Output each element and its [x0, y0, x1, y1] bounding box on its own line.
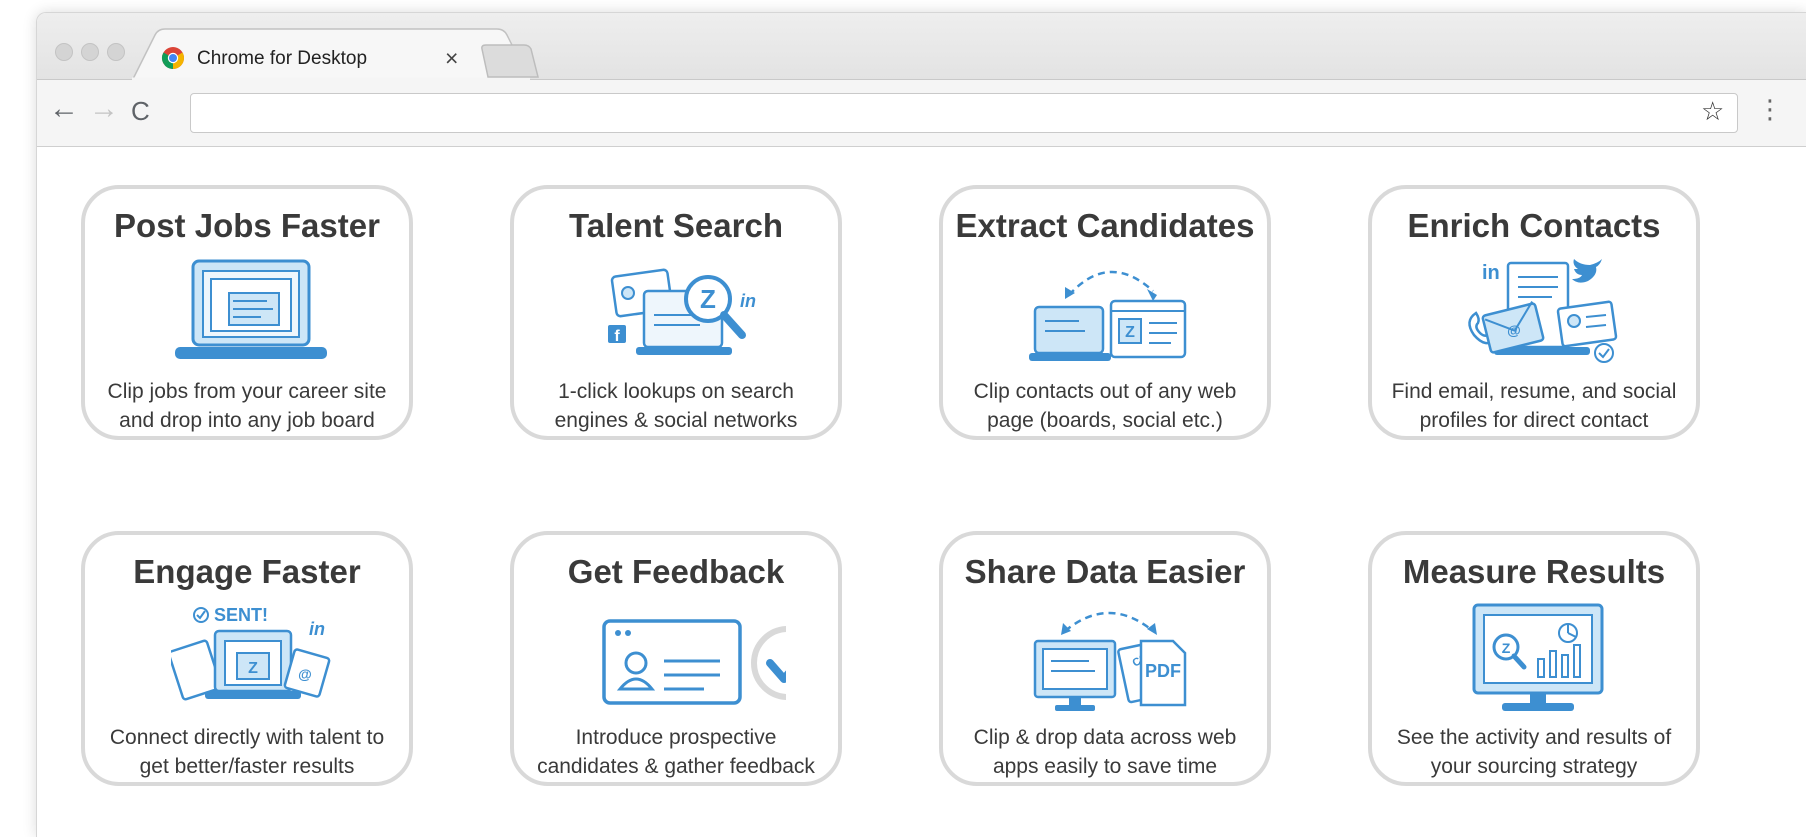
- feature-grid: Post Jobs Faster Clip jobs from your car…: [37, 147, 1806, 837]
- card-get-feedback: Get Feedback Introduce prospective candi…: [510, 531, 842, 786]
- card-description: Connect directly with talent to get bett…: [85, 723, 409, 781]
- card-title: Talent Search: [569, 207, 783, 244]
- reload-icon[interactable]: C: [131, 96, 150, 126]
- new-tab-button[interactable]: [480, 43, 542, 79]
- card-post-jobs-faster: Post Jobs Faster Clip jobs from your car…: [81, 185, 413, 440]
- facebook-icon: f: [614, 328, 620, 345]
- card-description: Clip jobs from your career site and drop…: [85, 377, 409, 435]
- tab-active[interactable]: Chrome for Desktop ×: [155, 35, 485, 79]
- monitor-analytics-chart-illustration: Z: [1472, 603, 1604, 711]
- tab-strip: Chrome for Desktop ×: [37, 13, 1806, 80]
- laptop-job-post-illustration: [175, 259, 327, 359]
- monitor-csv-pdf-illustration: CSV PDF: [1033, 611, 1187, 711]
- card-share-data-easier: Share Data Easier CSV PDF Clip & drop da…: [939, 531, 1271, 786]
- card-desc-line2: apps easily to save time: [992, 755, 1218, 778]
- card-desc-line1: 1-click lookups on search: [558, 380, 794, 403]
- card-description: See the activity and results of your sou…: [1372, 723, 1696, 781]
- linkedin-icon: in: [1482, 262, 1500, 284]
- chrome-logo-icon: [162, 47, 184, 69]
- card-desc-line2: engines & social networks: [554, 409, 798, 432]
- linkedin-icon: in: [309, 619, 325, 639]
- card-description: 1-click lookups on search engines & soci…: [514, 377, 838, 435]
- email-icon: @: [298, 666, 312, 682]
- arrow-left-icon[interactable]: ←: [49, 94, 79, 124]
- email-icon: @: [1507, 322, 1521, 338]
- card-talent-search: Talent Search Z in f 1-click lookups on …: [510, 185, 842, 440]
- card-desc-line2: your sourcing strategy: [1430, 755, 1638, 778]
- profile-card-checkmark-illustration: [602, 619, 786, 705]
- star-icon[interactable]: ☆: [1701, 96, 1724, 127]
- zoominfo-icon: Z: [700, 284, 716, 314]
- card-enrich-contacts: Enrich Contacts in @ Find email, resume,…: [1368, 185, 1700, 440]
- magnifier-profile-search-illustration: Z in f: [608, 268, 756, 355]
- kebab-menu-icon[interactable]: ⋮: [1757, 94, 1783, 125]
- card-title: Get Feedback: [567, 553, 785, 590]
- zoominfo-icon: Z: [1125, 324, 1135, 341]
- card-description: Introduce prospective candidates & gathe…: [514, 723, 838, 781]
- card-title: Post Jobs Faster: [114, 207, 380, 244]
- laptop-sent-message-illustration: SENT! in Z @: [171, 605, 331, 701]
- pdf-file-icon: PDF: [1145, 661, 1181, 681]
- card-desc-line1: Clip & drop data across web: [973, 726, 1237, 749]
- card-description: Clip & drop data across web apps easily …: [943, 723, 1267, 781]
- card-desc-line1: See the activity and results of: [1396, 726, 1672, 749]
- card-desc-line1: Connect directly with talent to: [109, 726, 385, 749]
- card-desc-line1: Find email, resume, and social: [1391, 380, 1677, 403]
- card-description: Clip contacts out of any web page (board…: [943, 377, 1267, 435]
- tab-close-icon[interactable]: ×: [445, 45, 458, 72]
- zoominfo-icon: Z: [248, 660, 258, 677]
- zoominfo-icon: Z: [1502, 640, 1511, 656]
- card-desc-line1: Introduce prospective: [575, 726, 777, 749]
- card-title: Engage Faster: [133, 553, 361, 590]
- card-desc-line2: get better/faster results: [139, 755, 355, 778]
- card-description: Find email, resume, and social profiles …: [1372, 377, 1696, 435]
- card-desc-line2: profiles for direct contact: [1419, 409, 1649, 432]
- browser-window: Chrome for Desktop × ← → C ☆ ⋮ Post Jobs…: [36, 12, 1806, 837]
- tab-title: Chrome for Desktop: [197, 48, 368, 69]
- card-desc-line1: Clip jobs from your career site: [107, 380, 387, 403]
- twitter-icon: [1572, 259, 1602, 283]
- email-resume-social-illustration: in @: [1468, 259, 1618, 363]
- linkedin-icon: in: [740, 291, 756, 311]
- arrow-right-icon[interactable]: →: [89, 94, 119, 124]
- card-title: Extract Candidates: [955, 207, 1255, 244]
- card-extract-candidates: Extract Candidates Z Clip contacts out o…: [939, 185, 1271, 440]
- laptop-to-webpage-transfer-illustration: Z: [1029, 270, 1187, 361]
- card-desc-line2: page (boards, social etc.): [987, 409, 1223, 432]
- card-engage-faster: Engage Faster SENT! in Z @ Connect direc…: [81, 531, 413, 786]
- card-desc-line2: and drop into any job board: [119, 409, 375, 432]
- sent-label: SENT!: [214, 605, 268, 625]
- card-measure-results: Measure Results Z See the activity and r…: [1368, 531, 1700, 786]
- card-title: Enrich Contacts: [1407, 207, 1661, 244]
- address-bar[interactable]: [190, 93, 1738, 133]
- card-desc-line2: candidates & gather feedback: [537, 755, 815, 778]
- card-title: Share Data Easier: [964, 553, 1246, 590]
- card-title: Measure Results: [1402, 553, 1666, 590]
- browser-toolbar: ← → C ☆ ⋮: [37, 80, 1806, 147]
- card-desc-line1: Clip contacts out of any web: [973, 380, 1237, 403]
